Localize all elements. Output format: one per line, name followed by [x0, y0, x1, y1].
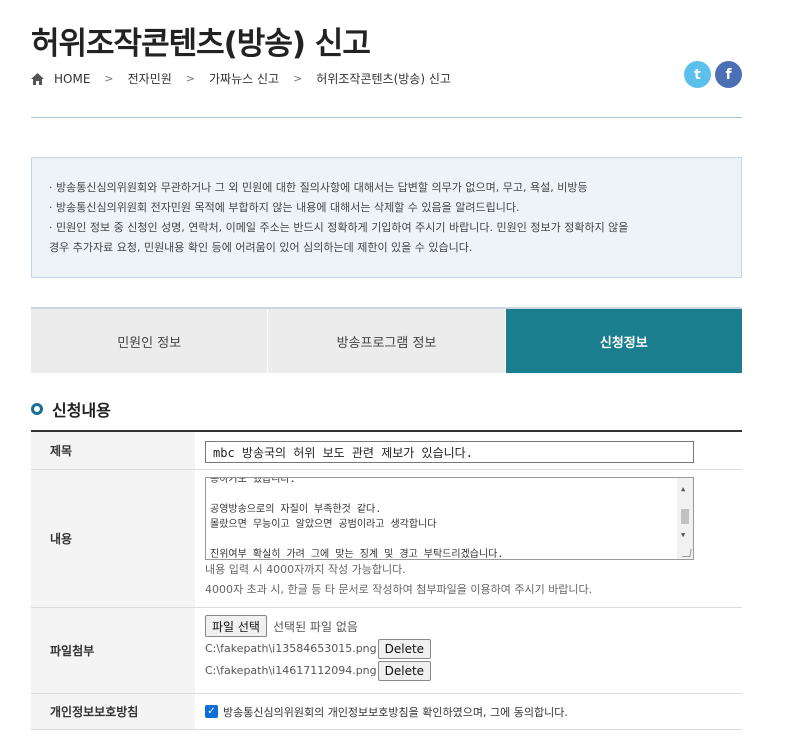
- content-textarea[interactable]: 통하기도 했습니다. 공영방송으로의 자질이 부족한것 같다. 몰랐으면 무능이…: [205, 477, 694, 560]
- content-line: 공영방송으로의 자질이 부족한것 같다.: [210, 504, 382, 515]
- breadcrumb-separator: >: [104, 72, 114, 85]
- tab-complainant-info[interactable]: 민원인 정보: [31, 309, 269, 373]
- content-line: [210, 532, 673, 547]
- bullet-icon: [31, 403, 43, 415]
- section-title: 신청내용: [52, 401, 111, 420]
- privacy-checkbox[interactable]: ✓: [205, 705, 218, 718]
- section-heading: 신청내용: [31, 397, 111, 421]
- notice-line: 경우 추가자료 요청, 민원내용 확인 등에 어려움이 있어 심의하는데 제한이…: [49, 241, 473, 254]
- step-tabs: 민원인 정보 방송프로그램 정보 신청정보: [31, 307, 742, 373]
- privacy-label: 개인정보보호방침: [31, 694, 195, 729]
- notice-line: · 방송통신심의위원회 전자민원 목적에 부합하지 않는 내용에 대해서는 삭제…: [49, 201, 520, 214]
- form-row-privacy: 개인정보보호방침 ✓ 방송통신심의위원회의 개인정보보호방침을 확인하였으며, …: [31, 694, 742, 730]
- form-row-file: 파일첨부 파일 선택 선택된 파일 없음 C:\fakepath\i135846…: [31, 608, 742, 694]
- breadcrumb-home[interactable]: HOME: [54, 72, 90, 86]
- content-line: 진위여부 확실히 가려 그에 맞는 징계 및 경고 부탁드리겠습니다.: [210, 549, 504, 560]
- divider: [31, 117, 742, 118]
- notice-line: · 민원인 정보 중 신청인 성명, 연락처, 이메일 주소는 반드시 정확하게…: [49, 221, 629, 234]
- breadcrumb-item-civil[interactable]: 전자민원: [128, 70, 172, 87]
- resize-handle-icon[interactable]: [682, 549, 692, 557]
- breadcrumb: HOME > 전자민원 > 가짜뉴스 신고 > 허위조작콘텐츠(방송) 신고: [31, 70, 451, 87]
- tab-program-info[interactable]: 방송프로그램 정보: [268, 309, 506, 373]
- no-file-text: 선택된 파일 없음: [272, 619, 358, 634]
- delete-attachment-button[interactable]: Delete: [377, 638, 432, 659]
- content-label: 내용: [31, 470, 195, 607]
- twitter-icon[interactable]: t: [684, 61, 711, 88]
- notice-line: · 방송통신심의위원회와 무관하거나 그 외 민원에 대한 질의사항에 대해서는…: [49, 181, 588, 194]
- breadcrumb-separator: >: [185, 72, 196, 85]
- scroll-down-icon[interactable]: ▼: [681, 528, 685, 543]
- content-line: [210, 487, 673, 502]
- file-label: 파일첨부: [31, 608, 195, 693]
- application-form: 제목 내용 통하기도 했습니다. 공영방송으로의 자질이 부족한것 같다. 몰랐…: [31, 430, 742, 730]
- content-line: 통하기도 했습니다.: [210, 477, 296, 485]
- content-hint: 내용 입력 시 4000자까지 작성 가능합니다.: [205, 563, 406, 576]
- breadcrumb-item-fakenews[interactable]: 가짜뉴스 신고: [209, 70, 279, 87]
- form-row-title: 제목: [31, 432, 742, 470]
- content-line: 몰랐으면 무능이고 알았으면 공범이라고 생각합니다: [210, 519, 437, 530]
- form-row-content: 내용 통하기도 했습니다. 공영방송으로의 자질이 부족한것 같다. 몰랐으면 …: [31, 470, 742, 608]
- attachment-path: C:\fakepath\i13584653015.png: [205, 642, 377, 655]
- page-title: 허위조작콘텐츠(방송) 신고: [31, 26, 371, 62]
- attachment-item: C:\fakepath\i13584653015.png Delete: [205, 638, 732, 659]
- privacy-agree-text: 방송통신심의위원회의 개인정보보호방침을 확인하였으며, 그에 동의합니다.: [223, 705, 568, 719]
- home-icon[interactable]: [31, 72, 44, 85]
- social-share: t f: [684, 61, 742, 88]
- textarea-scrollbar[interactable]: ▲ ▼: [677, 478, 693, 559]
- title-input[interactable]: [205, 441, 694, 463]
- attachment-path: C:\fakepath\i14617112094.png: [205, 664, 377, 677]
- content-hint: 4000자 초과 시, 한글 등 타 문서로 작성하여 첨부파일을 이용하여 주…: [205, 583, 593, 596]
- choose-file-button[interactable]: 파일 선택: [205, 615, 267, 637]
- notice-box: · 방송통신심의위원회와 무관하거나 그 외 민원에 대한 질의사항에 대해서는…: [31, 157, 742, 278]
- delete-attachment-button[interactable]: Delete: [377, 660, 432, 681]
- breadcrumb-separator: >: [293, 72, 303, 85]
- breadcrumb-item-current[interactable]: 허위조작콘텐츠(방송) 신고: [316, 70, 451, 87]
- facebook-icon[interactable]: f: [715, 61, 742, 88]
- attachment-item: C:\fakepath\i14617112094.png Delete: [205, 660, 732, 681]
- tab-application-info[interactable]: 신청정보: [505, 309, 742, 373]
- scroll-up-icon[interactable]: ▲: [681, 482, 685, 497]
- scroll-thumb[interactable]: [681, 509, 689, 524]
- title-label: 제목: [31, 432, 195, 469]
